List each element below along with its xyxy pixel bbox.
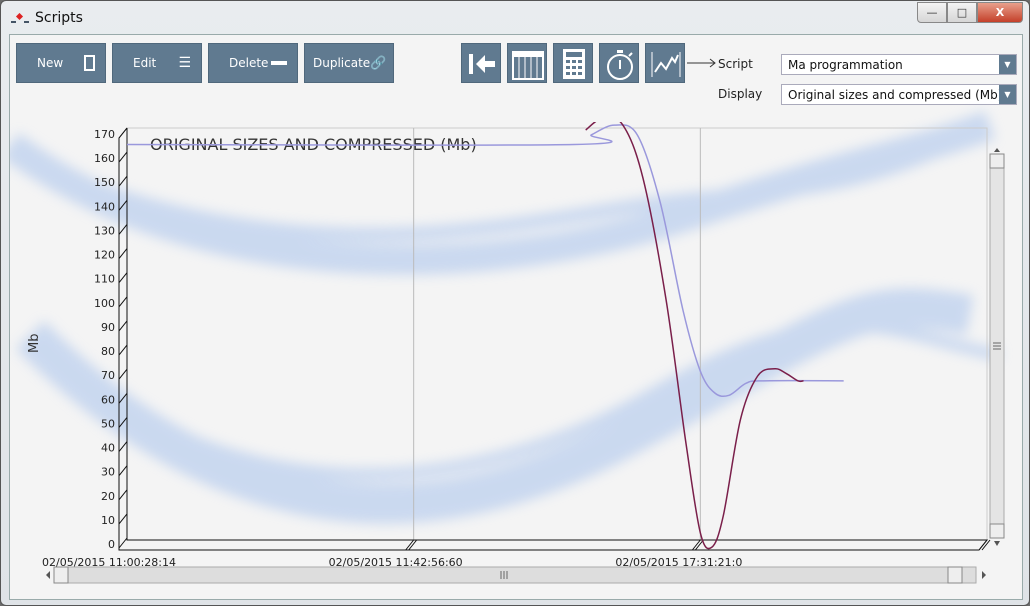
y-tick-label: 20 (101, 490, 115, 503)
y-tick-label: 100 (94, 297, 115, 310)
y-tick (118, 320, 128, 332)
minimize-button[interactable]: — (917, 2, 947, 23)
y-tick-label: 50 (101, 417, 115, 430)
horizontal-scrollbar[interactable] (42, 566, 992, 584)
y-tick-label: 90 (101, 321, 115, 334)
y-tick-label: 160 (94, 152, 115, 165)
y-tick (118, 489, 128, 501)
y-tick (118, 441, 128, 452)
y-tick-label: 30 (101, 466, 115, 479)
y-tick (118, 127, 128, 139)
y-tick (118, 296, 128, 308)
y-tick-label: 120 (94, 249, 115, 262)
y-tick (118, 248, 128, 259)
vertical-scrollbar[interactable] (989, 148, 1005, 548)
y-tick-label: 70 (101, 369, 115, 382)
y-tick-label: 150 (94, 176, 115, 189)
y-tick (118, 175, 128, 187)
app-logo-icon (11, 13, 29, 23)
close-button[interactable]: X (977, 2, 1023, 23)
y-tick-label: 80 (101, 345, 115, 358)
y-tick (118, 272, 128, 284)
y-tick (118, 224, 128, 235)
x-tick (405, 539, 418, 551)
y-tick-label: 40 (101, 442, 115, 455)
y-tick (118, 537, 128, 549)
x-tick (691, 539, 704, 551)
y-tick (118, 368, 128, 380)
y-tick-label: 0 (108, 538, 115, 551)
chart: 0 10 20 30 40 50 60 70 80 90 100 110 120 130 140 150 160… (10, 110, 1002, 569)
y-tick (118, 151, 128, 163)
y-tick-label: 10 (101, 514, 115, 527)
y-tick-label: 140 (94, 200, 115, 213)
y-tick (118, 465, 128, 476)
y-tick (118, 513, 128, 525)
y-tick-label: 130 (94, 224, 115, 237)
y-tick-label: 60 (101, 393, 115, 406)
y-tick-label: 110 (94, 273, 115, 286)
client-area: New Edit ☰ Delete Duplicate 🔗 Script Ma pr… (9, 34, 1023, 600)
scripts-window: Scripts — □ X New Edit ☰ Delete Duplicate… (0, 0, 1030, 606)
y-axis-label: Mb (27, 334, 42, 353)
y-tick-label: 170 (94, 128, 115, 141)
y-tick (118, 344, 128, 356)
background-swoosh (10, 110, 1002, 524)
maximize-button[interactable]: □ (947, 2, 977, 23)
window-title: Scripts (35, 10, 83, 26)
